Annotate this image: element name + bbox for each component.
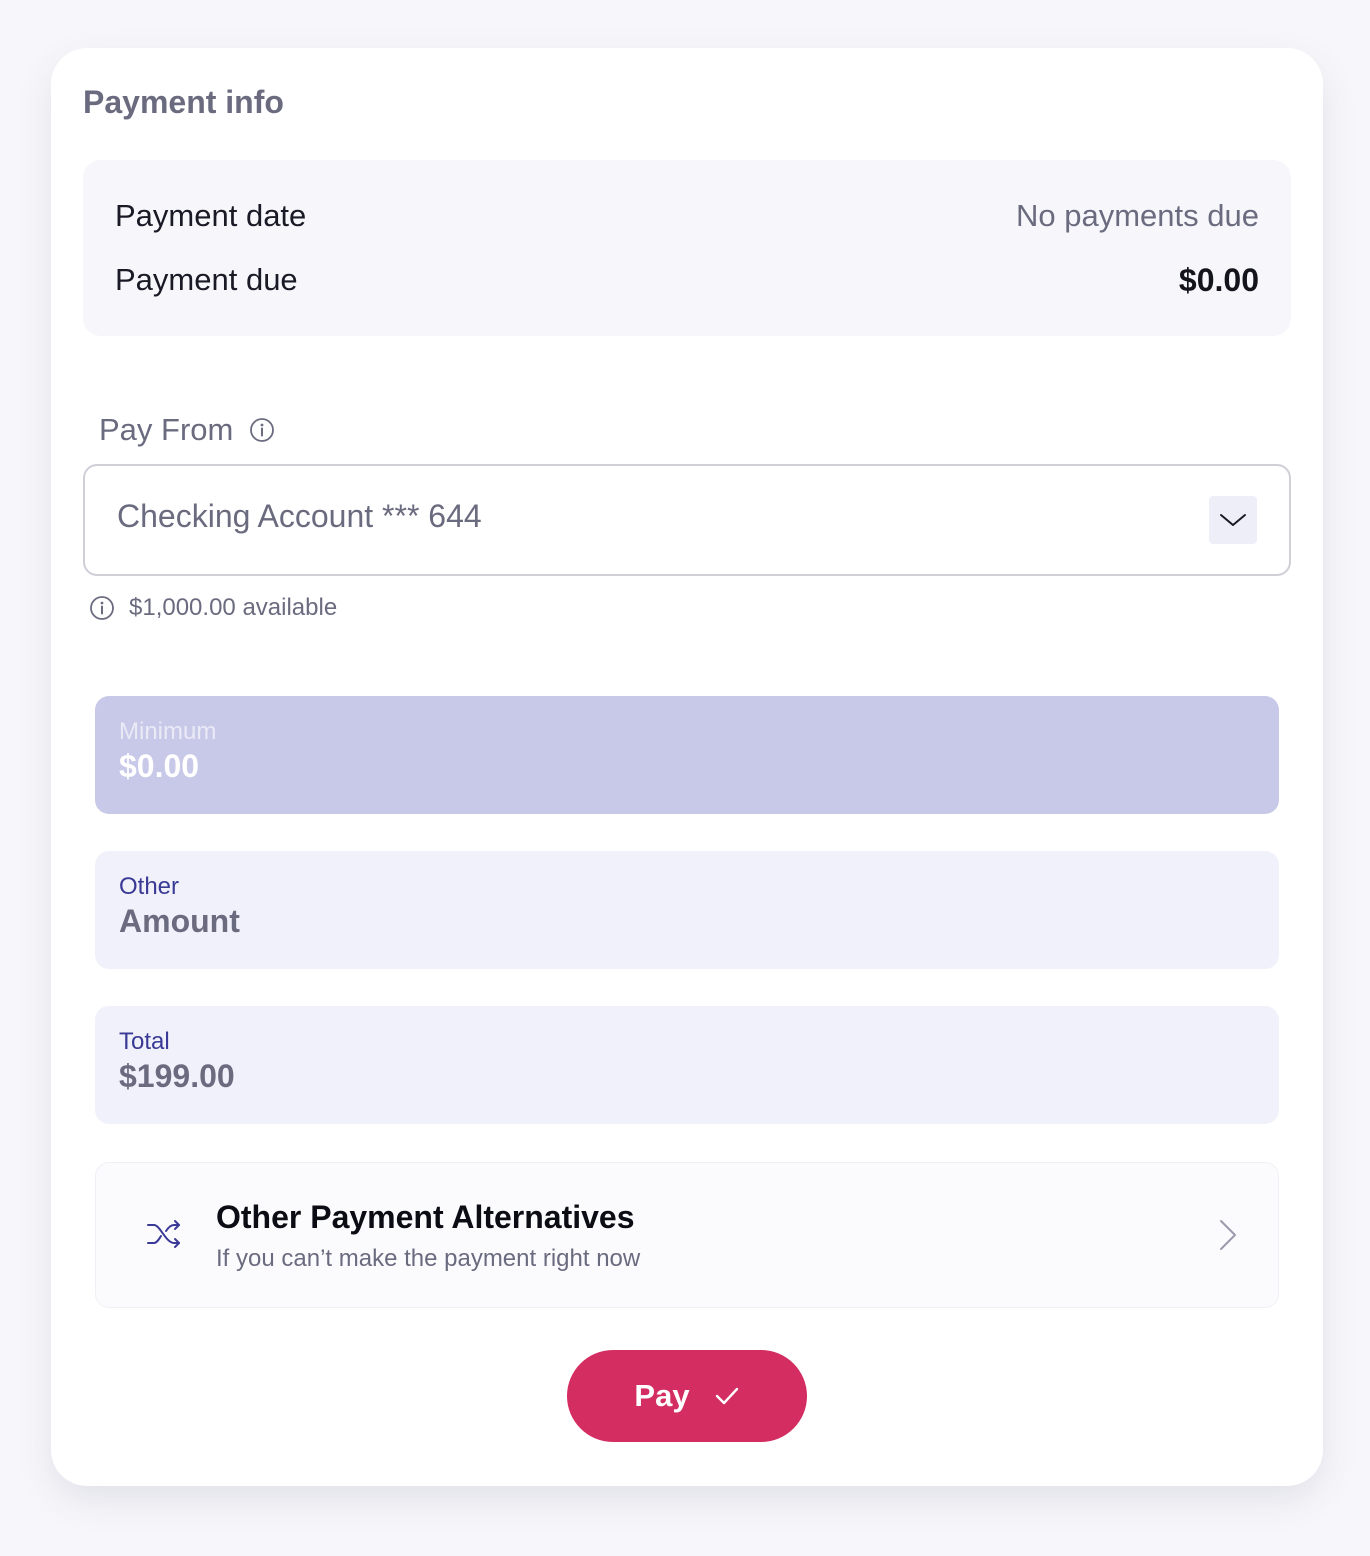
available-balance-text: $1,000.00 available: [129, 594, 338, 621]
payment-date-value: No payments due: [1016, 198, 1259, 233]
payment-due-value: $0.00: [1178, 261, 1259, 298]
pay-from-label-row: Pay From: [99, 412, 275, 448]
check-icon: [714, 1378, 740, 1414]
pay-from-label: Pay From: [99, 412, 234, 447]
chevron-right-icon: [1218, 1219, 1238, 1256]
amount-option-value: Amount: [119, 903, 240, 939]
page-title: Payment info: [83, 84, 284, 120]
info-icon: [89, 595, 115, 621]
amount-option-value: $199.00: [119, 1058, 235, 1094]
amount-option-minimum[interactable]: Minimum $0.00: [95, 696, 1279, 814]
amount-option-label: Other: [119, 873, 180, 900]
available-balance: $1,000.00 available: [89, 594, 337, 622]
payment-date-label: Payment date: [115, 198, 307, 233]
shuffle-icon: [146, 1219, 182, 1254]
alternatives-subtitle: If you can’t make the payment right now: [216, 1245, 641, 1272]
payment-date-row: Payment date No payments due: [115, 194, 1259, 238]
selected-account: Checking Account *** 644: [117, 498, 482, 534]
other-payment-alternatives-link[interactable]: Other Payment Alternatives If you can’t …: [95, 1162, 1279, 1308]
amount-option-label: Minimum: [119, 718, 217, 745]
payment-due-row: Payment due $0.00: [115, 258, 1259, 302]
pay-from-select[interactable]: Checking Account *** 644: [83, 464, 1291, 576]
payment-summary: Payment date No payments due Payment due…: [83, 160, 1291, 336]
amount-option-other[interactable]: Other Amount: [95, 851, 1279, 969]
amount-option-total[interactable]: Total $199.00: [95, 1006, 1279, 1124]
pay-button-label: Pay: [634, 1378, 690, 1413]
alternatives-title: Other Payment Alternatives: [216, 1199, 635, 1235]
info-icon[interactable]: [249, 417, 275, 443]
payment-due-label: Payment due: [115, 262, 298, 297]
chevron-down-icon[interactable]: [1209, 496, 1257, 544]
amount-option-value: $0.00: [119, 748, 200, 784]
payment-card: Payment info Payment date No payments du…: [51, 48, 1323, 1486]
pay-button[interactable]: Pay: [567, 1350, 807, 1442]
amount-option-label: Total: [119, 1028, 170, 1055]
